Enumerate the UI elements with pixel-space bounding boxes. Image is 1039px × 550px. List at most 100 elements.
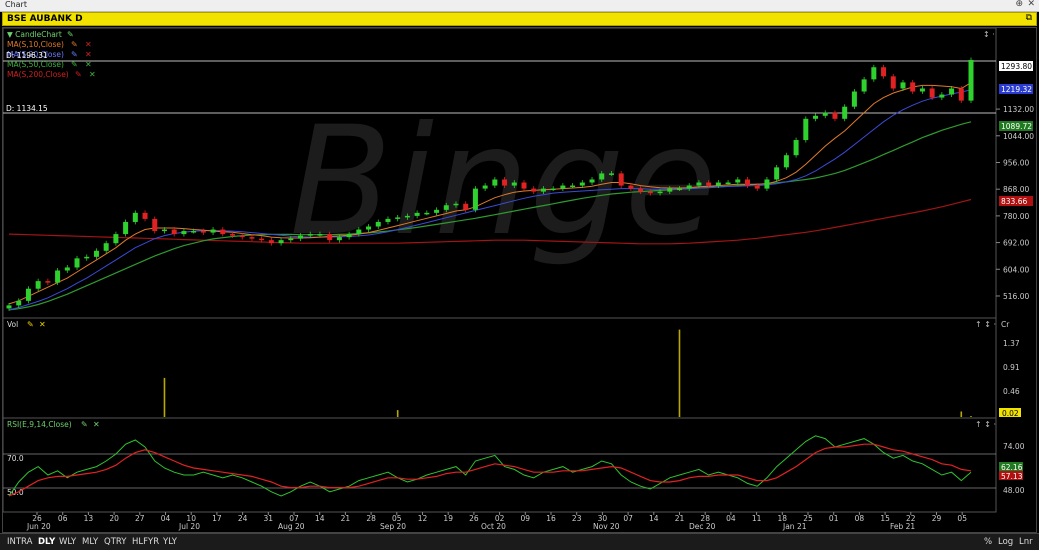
date-axis: 26 06 13 20 27 04 10 17 24 31 07 14 21 28 05 12 19 26 02 09…: [26, 512, 967, 531]
candle-body: [628, 185, 634, 189]
period-qtry[interactable]: QTRY: [104, 537, 126, 547]
candle-body: [560, 185, 566, 189]
draw-label-1: D: 1196.31: [6, 51, 48, 60]
panel-controls-icon[interactable]: ↑ ↕ ·: [975, 420, 996, 429]
delete-icon: ✕: [85, 40, 92, 49]
candle-body: [686, 185, 692, 189]
restore-icon[interactable]: ⧉: [1026, 13, 1032, 23]
candle-body: [472, 188, 478, 210]
candle-body: [434, 209, 440, 213]
month-label: Aug 20: [278, 522, 305, 531]
ma50-legend[interactable]: MA(S,50,Close): [7, 60, 64, 69]
candle-body: [851, 91, 857, 107]
date-tick: 08: [855, 514, 865, 523]
volume-panel[interactable]: [2, 317, 997, 419]
period-mly[interactable]: MLY: [82, 537, 98, 547]
panel-controls-icon[interactable]: ↕ ·: [983, 30, 995, 39]
bottom-bar: INTRA DLY WLY MLY QTRY HLFYR YLY % Log L…: [0, 533, 1039, 550]
candle-body: [754, 185, 760, 189]
candle-body: [676, 188, 682, 191]
date-tick: 09: [521, 514, 531, 523]
candle-body: [599, 173, 605, 180]
delete-icon: ✕: [85, 50, 92, 59]
period-wly[interactable]: WLY: [59, 537, 76, 547]
edit-icon: ✎: [71, 40, 78, 49]
candle-body: [366, 226, 372, 230]
ma200-legend[interactable]: MA(S,200,Close): [7, 70, 69, 79]
candle-body: [463, 203, 469, 210]
ma10-legend[interactable]: MA(S,10,Close): [7, 40, 64, 49]
candle-body: [919, 88, 925, 92]
date-tick: 21: [675, 514, 685, 523]
candle-body: [424, 212, 430, 215]
candle-body: [288, 238, 294, 241]
date-tick: 04: [161, 514, 171, 523]
price-tick: 956.00: [1003, 158, 1029, 167]
edit-icon: ✎: [67, 30, 74, 39]
rsi-tick-1: 74.00: [1003, 442, 1025, 451]
price-tick: 868.00: [1003, 185, 1029, 194]
symbol-bar: BSE AUBANK D ⧉: [2, 12, 1037, 26]
candle-body: [502, 179, 508, 186]
candle-body: [336, 237, 342, 241]
date-tick: 14: [315, 514, 325, 523]
candle-body: [608, 173, 614, 175]
close-icon[interactable]: ✕: [1027, 0, 1035, 9]
candle-body: [861, 79, 867, 92]
pin-icon[interactable]: ⊕: [1015, 0, 1023, 9]
candle-body: [356, 229, 362, 235]
candle-body: [35, 281, 41, 289]
panel-controls-icon[interactable]: ↑ ↕ ·: [975, 320, 996, 329]
ma20-tag: 1219.32: [1001, 85, 1032, 94]
delete-icon[interactable]: ✕: [93, 420, 100, 429]
rsi-tag: 62.16: [1001, 463, 1023, 472]
candle-body: [725, 182, 731, 185]
candle-body: [618, 173, 624, 186]
month-label: Dec 20: [689, 522, 716, 531]
rsi-label: RSI(E,9,14,Close): [7, 420, 72, 429]
candle-body: [152, 218, 158, 232]
candle-body: [259, 238, 265, 241]
candle-body: [249, 237, 255, 239]
volume-bar: [970, 416, 972, 417]
period-intra[interactable]: INTRA: [7, 537, 32, 547]
chart-frame[interactable]: Binge ▼ CandleChart MA(S,10,Close) MA(S,…: [2, 27, 1037, 533]
date-tick: 23: [572, 514, 582, 523]
rsi-tick-2: 48.00: [1003, 486, 1025, 495]
window-titlebar: Chart ⊕ ✕: [0, 0, 1039, 12]
rsi-level-70-label: 70.0: [7, 454, 24, 463]
price-tick: 516.00: [1003, 292, 1029, 301]
percent-toggle[interactable]: %: [984, 537, 992, 547]
month-label: Feb 21: [890, 522, 915, 531]
linear-toggle[interactable]: Lnr: [1019, 537, 1033, 547]
candle-body: [813, 115, 819, 119]
chart-svg[interactable]: Binge ▼ CandleChart MA(S,10,Close) MA(S,…: [2, 27, 1036, 532]
volume-unit: Cr: [1001, 320, 1010, 329]
edit-icon: ✎: [71, 60, 78, 69]
month-label: Jul 20: [178, 522, 200, 531]
candle-body: [239, 235, 245, 238]
edit-icon[interactable]: ✎: [27, 320, 34, 329]
candle-body: [657, 191, 663, 194]
candle-body: [842, 106, 848, 119]
candle-body: [803, 118, 809, 141]
candle-body: [793, 140, 799, 156]
period-hlfyr[interactable]: HLFYR: [132, 537, 159, 547]
draw-label-2: D: 1134.15: [6, 104, 48, 113]
period-dly[interactable]: DLY: [38, 537, 55, 547]
edit-icon[interactable]: ✎: [81, 420, 88, 429]
candle-body: [929, 88, 935, 98]
candle-body: [181, 231, 187, 235]
volume-bar: [678, 329, 681, 417]
date-tick: 06: [58, 514, 68, 523]
price-tick: 780.00: [1003, 212, 1029, 221]
period-yly[interactable]: YLY: [163, 537, 177, 547]
candle-body: [45, 281, 51, 283]
candle-body: [764, 179, 770, 189]
delete-icon[interactable]: ✕: [39, 320, 46, 329]
candle-body: [346, 234, 352, 238]
volume-bar: [960, 411, 963, 417]
date-tick: 31: [264, 514, 274, 523]
price-tick: 1044.00: [1003, 132, 1034, 141]
log-toggle[interactable]: Log: [998, 537, 1013, 547]
